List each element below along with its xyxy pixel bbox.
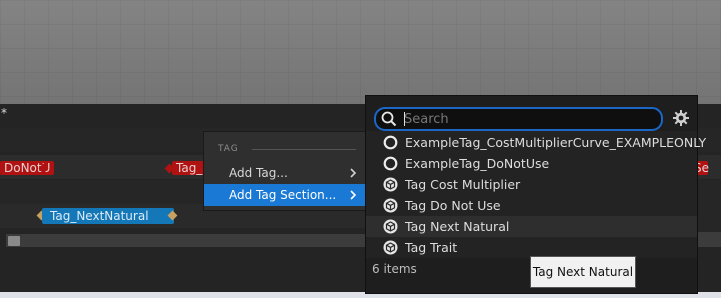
chevron-right-icon	[349, 184, 357, 214]
menu-section-heading: TAG	[218, 144, 239, 154]
cube-icon	[383, 240, 398, 255]
menu-divider	[252, 149, 356, 150]
horizontal-scrollbar[interactable]	[696, 232, 721, 246]
tag-section-nextnatural[interactable]: Tag_NextNatural	[42, 208, 174, 224]
cube-icon	[383, 198, 398, 213]
search-icon	[381, 111, 397, 127]
picker-item-label: Tag Cost Multiplier	[405, 177, 521, 192]
picker-item[interactable]: Tag Next Natural	[376, 216, 696, 237]
picker-item[interactable]: Tag Do Not Use	[376, 195, 696, 216]
item-count: 6 items	[372, 262, 417, 276]
track-lane	[697, 182, 721, 232]
tag-section-label: Tag_NextNatural	[50, 209, 149, 223]
picker-item-label: Tag Next Natural	[405, 219, 510, 234]
tooltip: Tag Next Natural	[530, 256, 636, 288]
ring-icon	[383, 156, 398, 171]
menu-item-add-tag-section[interactable]: Add Tag Section...	[204, 184, 366, 206]
menu-item-label: Add Tag Section...	[229, 188, 337, 202]
picker-item[interactable]: ExampleTag_CostMultiplierCurve_EXAMPLEON…	[376, 132, 706, 153]
gear-icon[interactable]	[672, 109, 690, 127]
search-input[interactable]	[404, 110, 654, 128]
ring-icon	[383, 135, 398, 150]
picker-item-label: ExampleTag_DoNotUse	[405, 156, 550, 171]
search-box[interactable]	[374, 107, 663, 131]
menu-item-add-tag[interactable]: Add Tag...	[204, 162, 366, 184]
picker-item[interactable]: ExampleTag_DoNotUse	[376, 153, 696, 174]
tag-section-label: Tag_	[176, 161, 203, 175]
viewport-shade	[0, 0, 721, 104]
picker-item[interactable]: Tag Cost Multiplier	[376, 174, 696, 195]
scrollbar-thumb[interactable]	[8, 236, 20, 246]
track-asterisk: *	[1, 106, 7, 120]
text-caret	[404, 112, 405, 126]
cube-icon	[383, 177, 398, 192]
picker-item[interactable]: Tag Trait	[376, 237, 696, 258]
picker-item-label: ExampleTag_CostMultiplierCurve_EXAMPLEON…	[405, 135, 707, 150]
picker-item-label: Tag Do Not Use	[405, 198, 501, 213]
menu-item-label: Add Tag...	[229, 166, 288, 180]
tag-section-tag[interactable]: Tag_	[172, 161, 206, 175]
picker-item-label: Tag Trait	[405, 240, 458, 255]
cube-icon	[383, 219, 398, 234]
context-menu: TAG Add Tag... Add Tag Section...	[203, 131, 367, 211]
